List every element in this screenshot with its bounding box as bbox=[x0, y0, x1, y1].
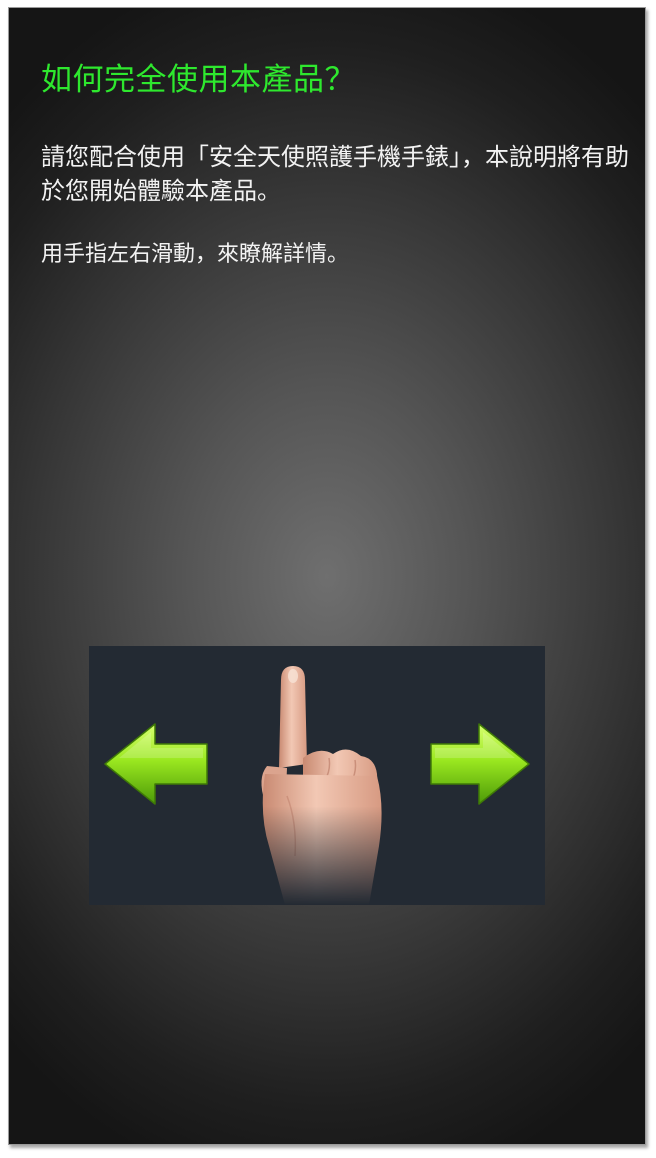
swipe-gesture-graphic bbox=[104, 666, 530, 905]
intro-text: 請您配合使用「安全天使照護手機手錶」，本說明將有助於您開始體驗本產品。 bbox=[41, 143, 629, 205]
page-title: 如何完全使用本產品？ bbox=[41, 62, 356, 98]
intro-screen[interactable]: 如何完全使用本產品？ 請您配合使用「安全天使照護手機手錶」，本說明將有助於您開始… bbox=[8, 7, 646, 1145]
pointing-finger-icon bbox=[261, 666, 382, 905]
swipe-hint-text: 用手指左右滑動，來瞭解詳情。 bbox=[41, 242, 350, 267]
swipe-gesture-illustration bbox=[89, 646, 545, 905]
arrow-right-icon bbox=[430, 723, 530, 805]
arrow-left-icon bbox=[104, 723, 208, 805]
